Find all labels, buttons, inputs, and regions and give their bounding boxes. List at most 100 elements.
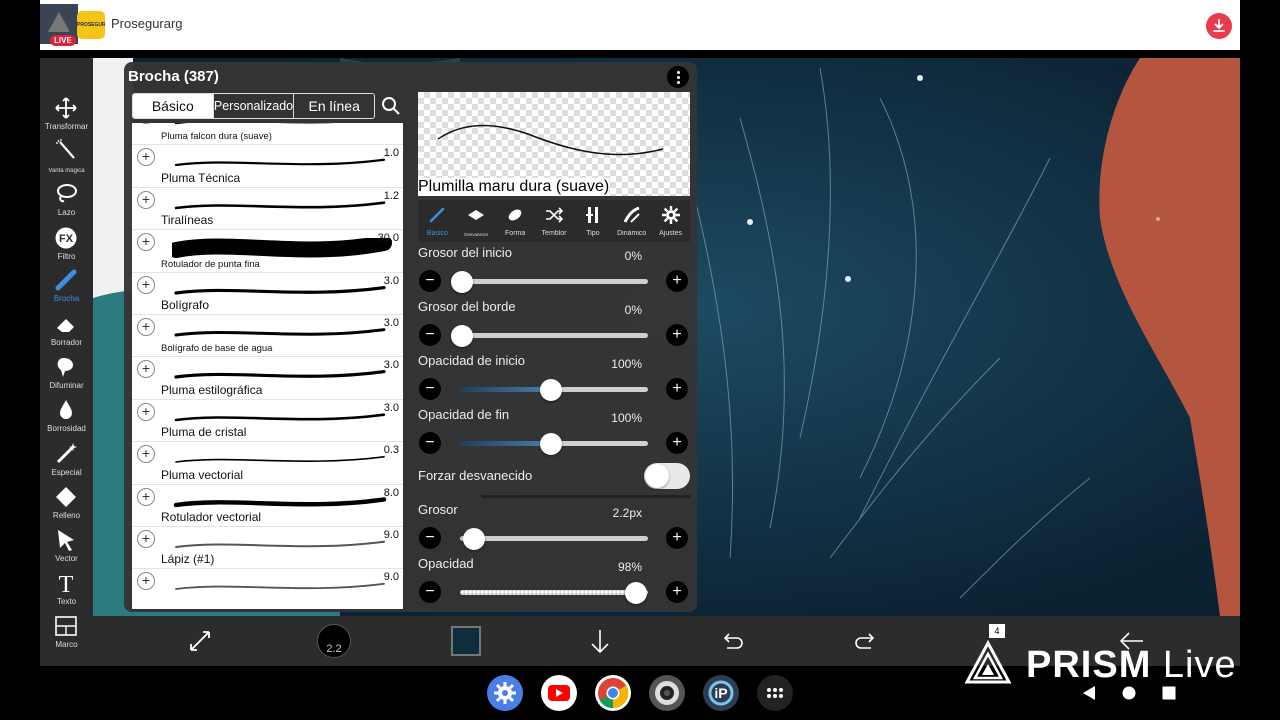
slider-knob[interactable] (451, 325, 473, 347)
nav-home-button[interactable] (1122, 686, 1136, 700)
add-brush-button[interactable]: + (137, 190, 155, 209)
decrease-button[interactable]: − (419, 324, 441, 346)
tool-smudge[interactable]: Difuminar (40, 355, 93, 397)
brush-list-item[interactable]: + Tiralíneas 1.2 (132, 188, 403, 231)
camera-app[interactable] (649, 675, 685, 711)
slider-track[interactable] (460, 279, 648, 284)
brush-list-item[interactable]: + Pluma estilográfica 3.0 (132, 357, 403, 400)
brush-size-button[interactable]: 2.2 (317, 624, 351, 658)
transform-quick-button[interactable] (183, 624, 217, 658)
decrease-button[interactable]: − (419, 527, 441, 549)
increase-button[interactable]: + (666, 432, 688, 454)
brush-list-item[interactable]: + Pluma vectorial 0.3 (132, 442, 403, 485)
tab-online[interactable]: En línea (294, 94, 374, 118)
settings-tab-dynamic[interactable]: Dinámico (612, 200, 651, 242)
settings-tab-type[interactable]: Tipo (573, 200, 612, 242)
increase-button[interactable]: + (666, 527, 688, 549)
brush-list-item[interactable]: + Pluma de cristal 3.0 (132, 400, 403, 443)
tool-magic-wand[interactable]: Varita mágica (40, 138, 93, 180)
undo-icon (723, 633, 743, 649)
slider-knob[interactable] (540, 433, 562, 455)
add-brush-button[interactable]: + (137, 572, 155, 591)
tab-custom[interactable]: Personalizado (214, 94, 295, 118)
tool-text[interactable]: T Texto (40, 571, 93, 613)
tool-frame[interactable]: Marco (40, 614, 93, 656)
increase-button[interactable]: + (666, 378, 688, 400)
nav-back-button[interactable] (1082, 686, 1096, 700)
add-brush-button[interactable]: + (137, 318, 155, 336)
chrome-app[interactable] (595, 675, 631, 711)
force-fade-toggle[interactable] (644, 463, 690, 489)
download-button[interactable] (1206, 13, 1232, 39)
tool-blur[interactable]: Borrosidad (40, 398, 93, 440)
brush-list-item[interactable]: + Bolígrafo de base de agua 3.0 (132, 315, 403, 358)
add-brush-button[interactable]: + (137, 233, 155, 252)
nav-recents-button[interactable] (1162, 686, 1176, 700)
brush-list-item[interactable]: + Lápiz (#1) 9.0 (132, 527, 403, 570)
add-brush-button[interactable]: + (137, 530, 155, 548)
brush-list-item[interactable]: + Bolígrafo 3.0 (132, 273, 403, 315)
settings-tab-fade[interactable]: Desvanecer (457, 200, 496, 242)
brush-list-item[interactable]: + Rotulador vectorial 8.0 (132, 485, 403, 527)
undo-button[interactable] (715, 624, 749, 658)
settings-tab-jitter[interactable]: Temblor (535, 200, 574, 242)
add-brush-button[interactable]: + (137, 123, 155, 124)
slider-knob[interactable] (625, 582, 648, 604)
tab-basic[interactable]: Básico (133, 94, 214, 118)
settings-tab-basic[interactable]: Básico (418, 200, 457, 242)
tool-fill[interactable]: Relleno (40, 485, 93, 527)
brush-list-item[interactable]: + Pluma Técnica 1.0 (132, 145, 403, 188)
decrease-button[interactable]: − (419, 270, 441, 292)
brush-name: Pluma falcon dura (suave) (161, 131, 272, 143)
tool-brush[interactable]: Brocha (40, 268, 93, 310)
slider-track[interactable] (460, 536, 648, 541)
add-brush-button[interactable]: + (137, 275, 155, 294)
download-icon (1213, 19, 1225, 32)
add-brush-button[interactable]: + (137, 148, 155, 167)
brush-list[interactable]: + Pluma falcon dura (suave) + Pluma Técnica… (132, 123, 403, 609)
color-swatch-button[interactable] (451, 626, 481, 656)
slider-knob[interactable] (463, 528, 486, 550)
tool-eraser[interactable]: Borrador (40, 312, 93, 354)
brush-list-item[interactable]: + Rotulador de punta fina 30.0 (132, 230, 403, 273)
brush-list-item[interactable]: + Pluma falcon dura (suave) (132, 123, 403, 146)
tool-special[interactable]: Especial (40, 442, 93, 484)
add-brush-button[interactable]: + (137, 445, 155, 464)
increase-button[interactable]: + (666, 270, 688, 292)
brush-name: Bolígrafo (161, 297, 210, 312)
tool-lasso[interactable]: Lazo (40, 182, 93, 224)
search-button[interactable] (380, 95, 402, 117)
slider-knob[interactable] (451, 271, 473, 293)
settings-tab-shape[interactable]: Forma (496, 200, 535, 242)
settings-app[interactable] (487, 675, 523, 711)
decrease-button[interactable]: − (419, 581, 441, 603)
setting-value: 2.2px (612, 506, 642, 520)
settings-category-tabs: Básico Desvanecer Forma Temblor Tipo Din… (418, 200, 690, 242)
ibis-paint-app[interactable]: iP (703, 675, 739, 711)
youtube-app[interactable] (541, 675, 577, 711)
increase-button[interactable]: + (666, 324, 688, 346)
add-brush-button[interactable]: + (137, 487, 155, 506)
slider-track[interactable] (460, 333, 648, 338)
slider-track[interactable] (460, 590, 648, 595)
tool-filter[interactable]: FX Filtro (40, 226, 93, 268)
add-brush-button[interactable]: + (137, 360, 155, 379)
add-brush-button[interactable]: + (137, 402, 155, 421)
decrease-button[interactable]: − (419, 432, 441, 454)
settings-tab-label: Desvanecer (464, 232, 489, 237)
brush-name: Pluma estilográfica (161, 382, 263, 397)
move-down-button[interactable] (583, 624, 617, 658)
brush-preview: Plumilla maru dura (suave) (418, 92, 690, 196)
tool-transform[interactable]: Transformar (40, 96, 93, 138)
decrease-button[interactable]: − (419, 378, 441, 400)
settings-tab-adjust[interactable]: Ajustes (651, 200, 690, 242)
brush-size: 3.0 (383, 359, 399, 372)
tool-vector[interactable]: Vector (40, 528, 93, 570)
more-menu-button[interactable] (667, 66, 689, 88)
redo-button[interactable] (849, 624, 883, 658)
increase-button[interactable]: + (666, 581, 688, 603)
brand-name[interactable]: Prosegurarg (111, 16, 183, 31)
app-drawer-button[interactable] (757, 675, 793, 711)
slider-knob[interactable] (540, 379, 562, 401)
brush-list-item[interactable]: +9.0 (132, 569, 403, 609)
